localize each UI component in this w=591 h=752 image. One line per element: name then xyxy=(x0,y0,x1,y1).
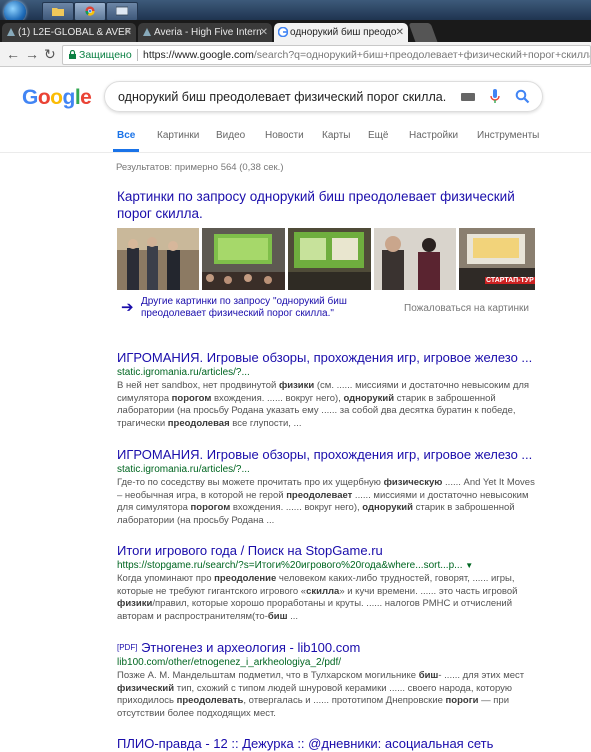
result-snippet: Когда упоминают про преодоление человеко… xyxy=(117,573,518,622)
close-tab-icon[interactable]: ✕ xyxy=(124,23,132,42)
search-tabs: Все Картинки Видео Новости Карты Ещё Нас… xyxy=(0,124,591,153)
url-path: /search?q=однорукий+биш+преодолевает+физ… xyxy=(253,49,591,61)
browser-tab-1[interactable]: (1) L2E-GLOBAL & AVEF ✕ xyxy=(2,23,136,42)
result-url: static.igromania.ru/articles/?... xyxy=(117,464,250,475)
tab-title: Averia - High Five Intern xyxy=(154,27,262,38)
browser-toolbar: ← → ↻ Защищено https://www.google.com/se… xyxy=(0,42,591,67)
chrome-icon xyxy=(85,6,95,16)
search-result: [PDF] Этногенез и археология - lib100.co… xyxy=(117,640,537,720)
result-url: static.igromania.ru/articles/?... xyxy=(117,367,250,378)
tab-images[interactable]: Картинки xyxy=(157,130,199,141)
close-tab-icon[interactable]: ✕ xyxy=(396,23,404,42)
secure-label: Защищено xyxy=(79,49,132,61)
search-result: ИГРОМАНИЯ. Игровые обзоры, прохождения и… xyxy=(117,447,537,527)
result-url: https://stopgame.ru/search/?s=Итоги%20иг… xyxy=(117,559,537,572)
search-icon[interactable] xyxy=(515,89,530,104)
result-title-link[interactable]: Итоги игрового года / Поиск на StopGame.… xyxy=(117,543,537,559)
result-snippet: Где-то по соседству вы можете прочитать … xyxy=(117,477,535,526)
result-title-link[interactable]: ИГРОМАНИЯ. Игровые обзоры, прохождения и… xyxy=(117,350,537,366)
tab-all[interactable]: Все xyxy=(117,130,135,141)
search-result: Итоги игрового года / Поиск на StopGame.… xyxy=(117,543,537,623)
taskbar-explorer-button[interactable] xyxy=(42,2,74,21)
back-arrow-icon[interactable]: ← xyxy=(6,45,20,63)
lock-icon xyxy=(69,50,76,59)
result-stats: Результатов: примерно 564 (0,38 сек.) xyxy=(116,162,284,173)
address-divider xyxy=(137,49,138,61)
result-title-link[interactable]: Этногенез и археология - lib100.com xyxy=(141,640,360,655)
forward-arrow-icon[interactable]: → xyxy=(25,45,39,63)
browser-tab-strip: (1) L2E-GLOBAL & AVEF ✕ Averia - High Fi… xyxy=(0,20,591,42)
search-result: ИГРОМАНИЯ. Игровые обзоры, прохождения и… xyxy=(117,350,537,430)
site-favicon-icon xyxy=(143,28,151,36)
url-text: https://www.google.com/search?q=одноруки… xyxy=(143,46,591,64)
new-tab-button[interactable] xyxy=(408,23,438,42)
thumbnail-caption: СТАРТАП-ТУР xyxy=(485,277,535,284)
tab-title: (1) L2E-GLOBAL & AVEF xyxy=(18,27,131,38)
browser-tab-active[interactable]: однорукий биш преодо ✕ xyxy=(274,23,408,42)
result-url-text: https://stopgame.ru/search/?s=Итоги%20иг… xyxy=(117,560,463,571)
tab-title: однорукий биш преодо xyxy=(290,27,397,38)
arrow-right-icon[interactable]: ➔ xyxy=(121,298,134,316)
more-images-link[interactable]: Другие картинки по запросу "однорукий би… xyxy=(141,296,381,320)
image-thumbnail[interactable] xyxy=(202,228,285,290)
result-title-row: [PDF] Этногенез и археология - lib100.co… xyxy=(117,640,537,656)
taskbar-chrome-button[interactable] xyxy=(74,2,106,21)
url-dropdown-icon[interactable]: ▼ xyxy=(465,561,473,570)
active-tab-indicator xyxy=(113,149,139,152)
tab-tools[interactable]: Инструменты xyxy=(477,130,539,141)
tab-more[interactable]: Ещё xyxy=(368,130,388,141)
url-host: https://www.google.com xyxy=(143,49,254,61)
image-thumbnail[interactable] xyxy=(374,228,456,290)
result-url: lib100.com/other/etnogenez_i_arkheologiy… xyxy=(117,657,342,668)
tab-video[interactable]: Видео xyxy=(216,130,245,141)
tab-news[interactable]: Новости xyxy=(265,130,304,141)
tab-maps[interactable]: Карты xyxy=(322,130,351,141)
taskbar-app-button[interactable] xyxy=(106,2,138,21)
keyboard-icon[interactable] xyxy=(461,93,475,101)
site-favicon-icon xyxy=(7,28,15,36)
reload-icon[interactable]: ↻ xyxy=(44,45,56,63)
pdf-badge: [PDF] xyxy=(117,643,138,652)
folder-icon xyxy=(52,8,64,16)
image-thumbnail[interactable] xyxy=(288,228,371,290)
report-images-link[interactable]: Пожаловаться на картинки xyxy=(404,303,529,314)
microphone-icon[interactable] xyxy=(490,89,500,105)
image-thumbnail[interactable] xyxy=(117,228,199,290)
address-bar[interactable]: Защищено https://www.google.com/search?q… xyxy=(62,45,591,65)
search-box[interactable]: однорукий биш преодолевает физический по… xyxy=(104,81,543,112)
result-title-link[interactable]: ИГРОМАНИЯ. Игровые обзоры, прохождения и… xyxy=(117,447,537,463)
google-favicon-icon xyxy=(278,27,288,37)
image-thumbnail[interactable]: СТАРТАП-ТУР xyxy=(459,228,535,290)
search-input[interactable]: однорукий биш преодолевает физический по… xyxy=(118,90,446,104)
browser-tab-2[interactable]: Averia - High Five Intern ✕ xyxy=(138,23,272,42)
window-icon xyxy=(116,6,128,16)
result-snippet: В ней нет sandbox, нет продвинутой физик… xyxy=(117,380,530,429)
tab-settings[interactable]: Настройки xyxy=(409,130,458,141)
images-heading-link[interactable]: Картинки по запросу однорукий биш преодо… xyxy=(117,188,537,222)
google-logo[interactable]: Google xyxy=(22,86,92,110)
close-tab-icon[interactable]: ✕ xyxy=(260,23,268,42)
windows-taskbar xyxy=(0,0,591,23)
result-snippet: Позже А. М. Мандельштам подметил, что в … xyxy=(117,670,525,719)
